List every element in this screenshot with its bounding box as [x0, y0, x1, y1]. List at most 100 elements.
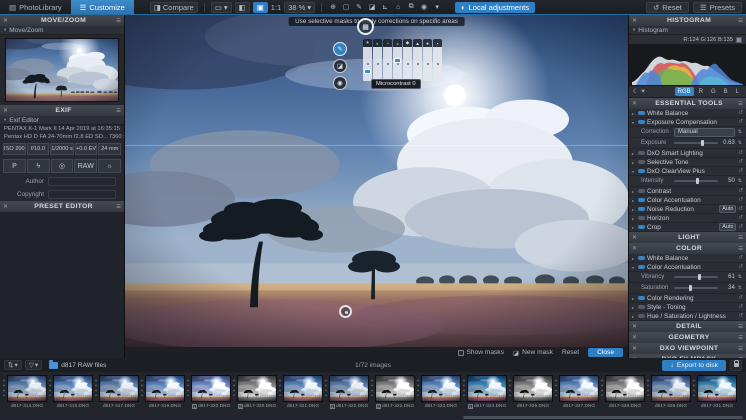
brush-mode-button[interactable]: ✎: [333, 42, 347, 56]
exposure-slider[interactable]: [674, 140, 718, 146]
eraser-tool[interactable]: ◪: [367, 3, 377, 11]
filmstrip-item[interactable]: d817-325.DNG: [507, 375, 553, 409]
reset-masks-button[interactable]: Reset: [562, 349, 579, 356]
reset-tool-icon[interactable]: ↺: [738, 188, 743, 194]
reset-tool-icon[interactable]: ↺: [738, 215, 743, 221]
filmstrip-item[interactable]: d817-315.DNG: [47, 375, 93, 409]
slider-handle[interactable]: [695, 178, 699, 184]
tool-color-accentuation[interactable]: ▸ Color Accentuation ↺: [629, 196, 746, 205]
sort-button[interactable]: ⇅ ▾: [4, 360, 22, 370]
filmstrip-item[interactable]: 2 d817-322.DNG: [369, 375, 415, 409]
movezoom-subheader[interactable]: ▾ Move/Zoom: [0, 26, 124, 35]
compare-button[interactable]: ◨ Compare: [149, 1, 198, 13]
slider-handle[interactable]: [393, 58, 401, 63]
highlight-clipping-icon[interactable]: ☀: [640, 88, 645, 95]
filmstrip-item[interactable]: d817-328.DNG: [599, 375, 645, 409]
thumbnail[interactable]: [467, 375, 507, 402]
correction-select[interactable]: Manual: [674, 127, 735, 137]
thumbnail[interactable]: [7, 375, 47, 402]
reset-tool-icon[interactable]: ↺: [738, 206, 743, 212]
tool-contrast[interactable]: ▸ Contrast ↺: [629, 187, 746, 196]
eraser-mode-button[interactable]: ◪: [333, 59, 347, 73]
filmstrip-item[interactable]: d817-327.DNG: [553, 375, 599, 409]
reset-tool-icon[interactable]: ↺: [738, 264, 743, 270]
presets-button[interactable]: ☰ Presets: [692, 1, 742, 13]
toggle[interactable]: [638, 151, 645, 155]
slider-handle[interactable]: [363, 69, 371, 74]
thumbnail[interactable]: [697, 375, 737, 402]
thumbnail[interactable]: [559, 375, 599, 402]
toggle[interactable]: [638, 225, 645, 229]
tool-horizon[interactable]: ▸ Horizon ↺: [629, 214, 746, 223]
viewmode-button[interactable]: ▭ ▾: [210, 1, 232, 13]
menu-icon[interactable]: ☰: [116, 108, 121, 114]
stepper-icon[interactable]: ⇅: [738, 274, 742, 280]
contrast-slider[interactable]: [373, 47, 382, 81]
saturation-slider[interactable]: [674, 285, 718, 291]
stepper-icon[interactable]: ⇅: [738, 129, 742, 135]
filmstrip-item[interactable]: d817-314.DNG: [1, 375, 47, 409]
filmstrip-item[interactable]: d817-323.DNG: [415, 375, 461, 409]
menu-icon[interactable]: ☰: [738, 235, 743, 241]
lock-button[interactable]: [730, 359, 742, 371]
new-mask-button[interactable]: ◪ New mask: [513, 349, 553, 357]
slider-handle[interactable]: [701, 140, 705, 146]
filmstrip-item[interactable]: 1 d817-322.DNG: [323, 375, 369, 409]
close-icon[interactable]: ✕: [632, 100, 637, 107]
toggle[interactable]: [638, 160, 645, 164]
stepper-icon[interactable]: ⇅: [738, 178, 742, 184]
close-local-adjustments-button[interactable]: Close: [588, 348, 623, 357]
menu-icon[interactable]: ☰: [738, 18, 743, 24]
reset-tool-icon[interactable]: ↺: [738, 224, 743, 230]
vibrancy-slider[interactable]: [674, 274, 718, 280]
copyright-input[interactable]: [48, 190, 116, 199]
thumbnail[interactable]: [53, 375, 93, 402]
current-folder-label[interactable]: d817 RAW files: [61, 362, 106, 369]
toggle[interactable]: [638, 216, 645, 220]
reset-tool-icon[interactable]: ↺: [738, 110, 743, 116]
auto-chip[interactable]: Auto: [719, 205, 737, 213]
zoom-percent-select[interactable]: 38 % ▾: [284, 1, 316, 13]
gradient-mask-line[interactable]: [125, 145, 628, 146]
tab-customize[interactable]: ☰ Customize: [70, 0, 134, 14]
toggle[interactable]: [638, 314, 645, 318]
hue-saturation-lightness[interactable]: ▸ Hue / Saturation / Lightness ↺: [629, 312, 746, 321]
tool-exposure-compensation[interactable]: ▾ Exposure Compensation ↺: [629, 118, 746, 127]
channel-l-button[interactable]: L: [733, 87, 742, 96]
reset-tool-icon[interactable]: ↺: [738, 197, 743, 203]
thumbnail[interactable]: [329, 375, 369, 402]
close-icon[interactable]: ✕: [3, 203, 8, 210]
close-icon[interactable]: ✕: [632, 334, 637, 341]
toggle[interactable]: [638, 120, 645, 124]
perspective-tool[interactable]: ⌂: [393, 4, 403, 11]
close-icon[interactable]: ✕: [632, 345, 637, 352]
light-section-header[interactable]: ✕ LIGHT ☰: [629, 232, 746, 243]
reset-button[interactable]: ↺ Reset: [645, 1, 689, 13]
thumbnail[interactable]: [605, 375, 645, 402]
filmstrip-item[interactable]: d817-317.DNG: [93, 375, 139, 409]
filmstrip-item[interactable]: d817-319.DNG: [139, 375, 185, 409]
filmstrip-item[interactable]: 2 d817-320.DNG: [231, 375, 277, 409]
reset-tool-icon[interactable]: ↺: [738, 295, 743, 301]
sharpness-slider[interactable]: [413, 47, 422, 81]
color-section-header[interactable]: ✕ COLOR ☰: [629, 243, 746, 254]
tool-noise-reduction[interactable]: ▸ Noise Reduction Auto ↺: [629, 205, 746, 214]
filmstrip-item[interactable]: d817-331.DNG: [691, 375, 737, 409]
slider-handle[interactable]: [698, 274, 702, 280]
tool-crop[interactable]: ▸ Crop Auto ↺: [629, 223, 746, 232]
thumbnail[interactable]: [421, 375, 461, 402]
filmstrip-item[interactable]: d817-329.DNG: [645, 375, 691, 409]
intensity-slider[interactable]: [674, 178, 718, 184]
clone-tool[interactable]: ⧉: [406, 3, 416, 11]
toggle[interactable]: [638, 169, 645, 173]
slider-handle[interactable]: [689, 285, 693, 291]
reset-tool-icon[interactable]: ↺: [738, 313, 743, 319]
close-icon[interactable]: ✕: [632, 234, 637, 241]
saturation-slider[interactable]: [403, 47, 412, 81]
thumbnail[interactable]: [513, 375, 553, 402]
pan-tool[interactable]: ⊕: [328, 3, 338, 11]
mask-control-point[interactable]: [339, 305, 352, 318]
splitview-button[interactable]: ◧: [234, 1, 250, 13]
menu-icon[interactable]: ☰: [116, 204, 121, 210]
thumbnail[interactable]: [237, 375, 277, 402]
